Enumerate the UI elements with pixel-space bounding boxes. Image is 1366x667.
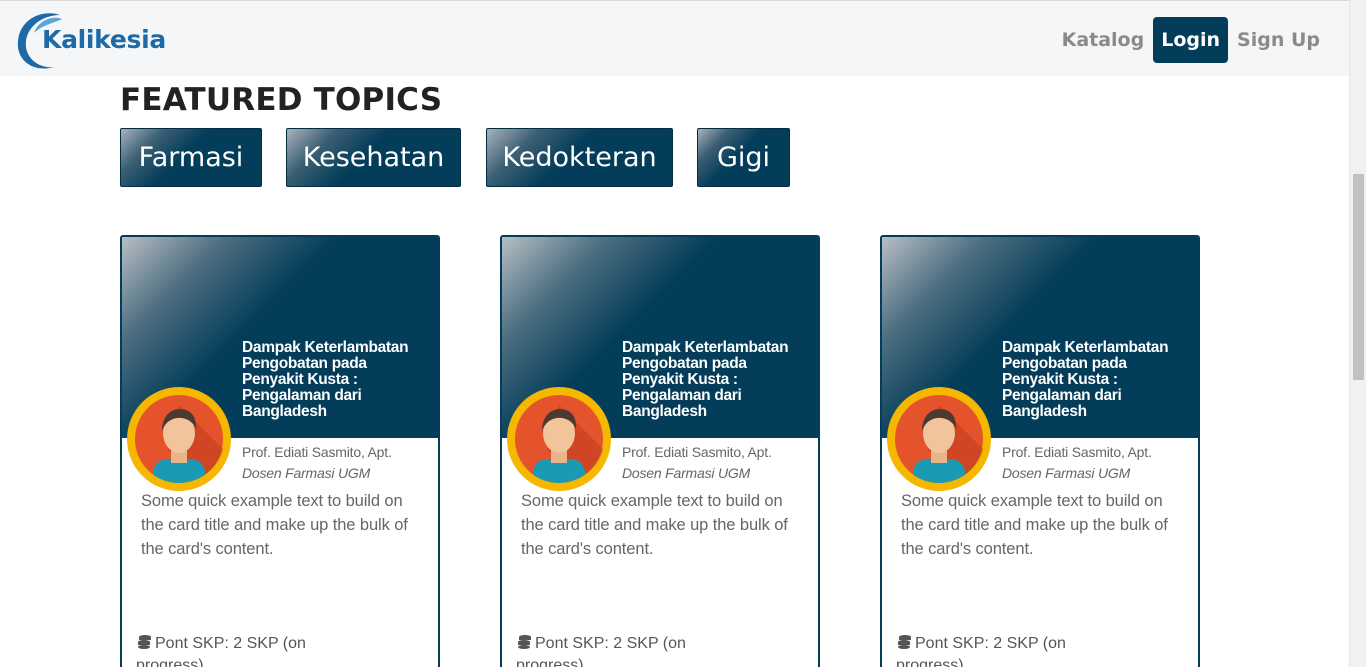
nav-signup-link[interactable]: Sign Up — [1232, 17, 1325, 63]
card-author: Prof. Ediati Sasmito, Apt. — [242, 444, 392, 460]
card-author-role: Dosen Farmasi UGM — [1002, 465, 1131, 481]
page-scrollbar[interactable] — [1349, 0, 1366, 667]
nav-login-button[interactable]: Login — [1153, 17, 1229, 63]
coins-icon — [138, 635, 151, 649]
navbar: Kalikesia Katalog Login Sign Up — [0, 0, 1349, 76]
user-avatar-icon — [887, 387, 991, 491]
brand-logo[interactable]: Kalikesia — [16, 11, 176, 71]
card-author-role: Dosen Farmasi UGM — [242, 465, 371, 481]
card-author: Prof. Ediati Sasmito, Apt. — [1002, 444, 1152, 460]
card-description: Some quick example text to build on the … — [901, 492, 1168, 558]
skp-text: Pont SKP: 2 SKP (on progress) — [896, 635, 1066, 667]
card-author: Prof. Ediati Sasmito, Apt. — [622, 444, 772, 460]
card-description: Some quick example text to build on the … — [521, 492, 788, 558]
coins-icon — [898, 635, 911, 649]
nav-katalog-link[interactable]: Katalog — [1057, 17, 1150, 63]
card-skp-points: Pont SKP: 2 SKP (on progress) — [136, 633, 336, 667]
topic-farmasi-button[interactable]: Farmasi — [120, 128, 262, 187]
course-card[interactable]: Dampak Keterlambatan Pengobatan pada Pen… — [500, 235, 820, 667]
card-skp-points: Pont SKP: 2 SKP (on progress) — [896, 633, 1096, 667]
brand-name: Kalikesia — [42, 25, 166, 54]
course-card[interactable]: Dampak Keterlambatan Pengobatan pada Pen… — [880, 235, 1200, 667]
featured-topics-heading: FEATURED TOPICS — [120, 82, 443, 118]
card-author-role: Dosen Farmasi UGM — [622, 465, 751, 481]
card-title[interactable]: Dampak Keterlambatan Pengobatan pada Pen… — [242, 340, 428, 420]
topic-gigi-button[interactable]: Gigi — [697, 128, 790, 187]
topic-kedokteran-button[interactable]: Kedokteran — [486, 128, 673, 187]
card-skp-points: Pont SKP: 2 SKP (on progress) — [516, 633, 716, 667]
card-title[interactable]: Dampak Keterlambatan Pengobatan pada Pen… — [1002, 340, 1188, 420]
coins-icon — [518, 635, 531, 649]
nav-links: Katalog Login Sign Up — [1057, 17, 1325, 63]
course-card[interactable]: Dampak Keterlambatan Pengobatan pada Pen… — [120, 235, 440, 667]
user-avatar-icon — [127, 387, 231, 491]
card-description: Some quick example text to build on the … — [141, 492, 408, 558]
user-avatar-icon — [507, 387, 611, 491]
scrollbar-thumb[interactable] — [1353, 174, 1364, 380]
skp-text: Pont SKP: 2 SKP (on progress) — [516, 635, 686, 667]
card-title[interactable]: Dampak Keterlambatan Pengobatan pada Pen… — [622, 340, 808, 420]
skp-text: Pont SKP: 2 SKP (on progress) — [136, 635, 306, 667]
topic-kesehatan-button[interactable]: Kesehatan — [286, 128, 461, 187]
